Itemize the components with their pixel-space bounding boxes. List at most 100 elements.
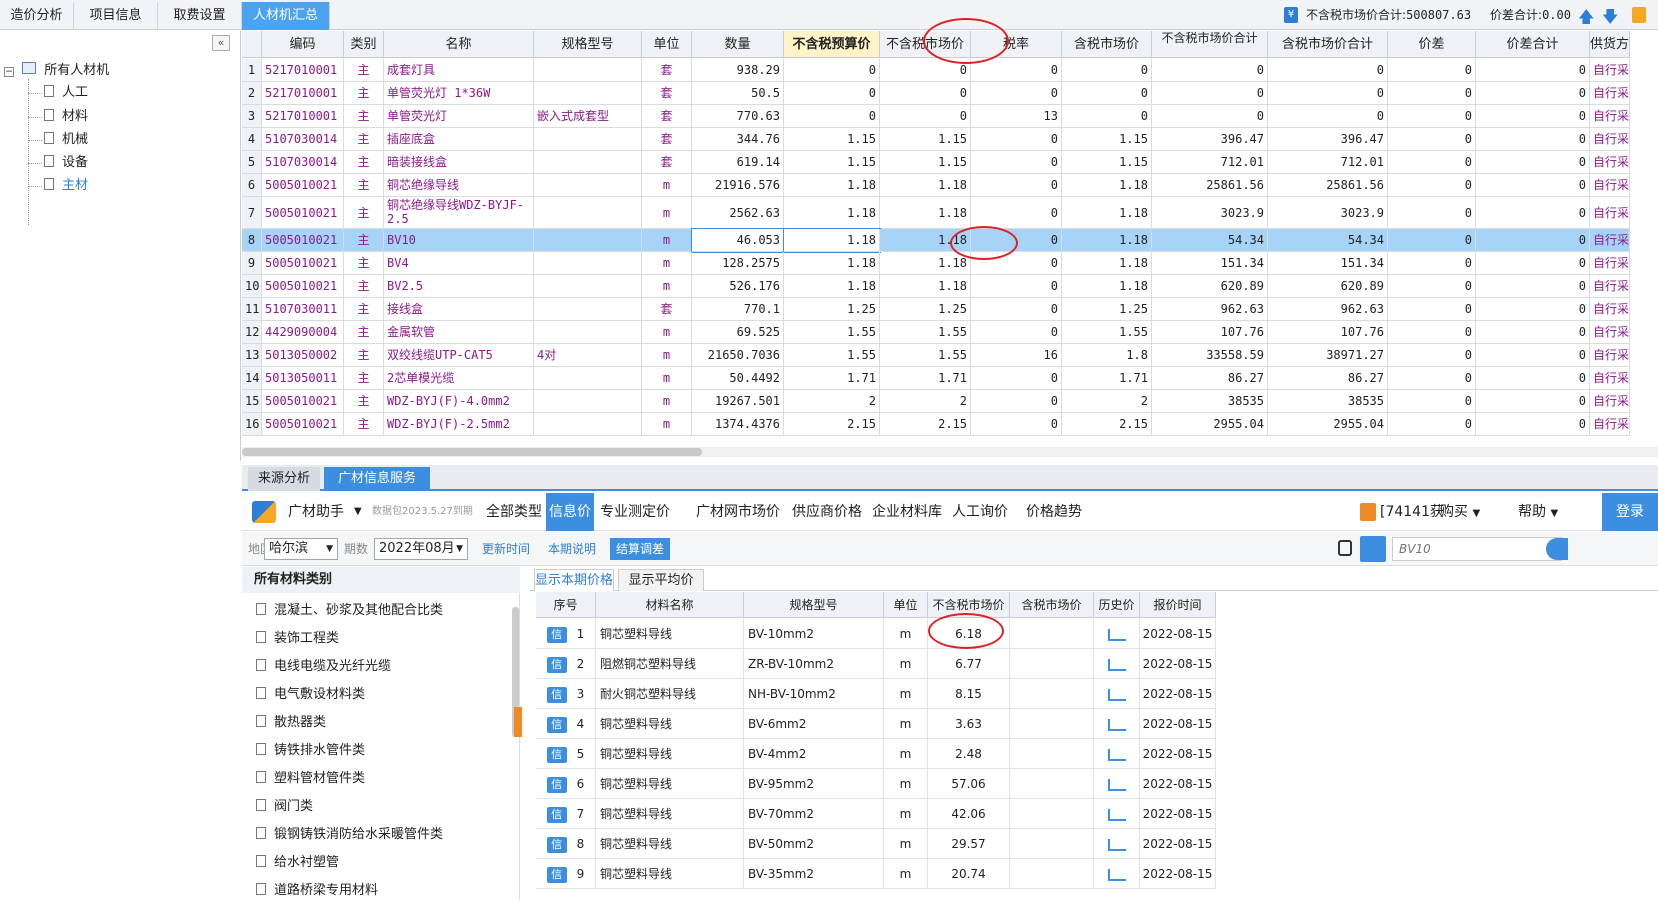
grid-cell[interactable]: 1.18	[880, 275, 971, 298]
price-cell[interactable]	[1010, 619, 1094, 649]
price-cell[interactable]	[1010, 769, 1094, 799]
price-cell[interactable]: 阻燃铜芯塑料导线	[596, 649, 744, 679]
trend-chart-icon[interactable]	[1107, 658, 1126, 671]
nav-market-price[interactable]: 广材网市场价	[696, 493, 780, 531]
price-cell[interactable]: 29.57	[928, 829, 1010, 859]
grid-cell[interactable]: 5005010021	[262, 413, 344, 436]
trend-chart-icon[interactable]	[1107, 718, 1126, 731]
price-cell[interactable]	[1010, 679, 1094, 709]
price-cell[interactable]: 铜芯塑料导线	[596, 829, 744, 859]
grid-cell[interactable]: 主	[344, 367, 384, 390]
grid-cell[interactable]: 0	[1388, 59, 1476, 82]
horizontal-scrollbar[interactable]	[242, 447, 1658, 457]
grid-cell[interactable]: 主	[344, 390, 384, 413]
grid-cell[interactable]: 嵌入式成套型	[534, 105, 642, 128]
grid-cell[interactable]: m	[642, 275, 692, 298]
grid-header-cell[interactable]: 含税市场价	[1062, 31, 1152, 58]
grid-cell[interactable]: 0	[1388, 151, 1476, 174]
price-header-cell[interactable]: 规格型号	[744, 592, 884, 618]
grid-cell[interactable]: 38535	[1152, 390, 1268, 413]
grid-cell[interactable]: 单管荧光灯 1*36W	[384, 82, 534, 105]
grid-cell[interactable]: m	[642, 367, 692, 390]
grid-cell[interactable]: 0	[1476, 367, 1590, 390]
grid-cell[interactable]: 0	[1388, 105, 1476, 128]
grid-cell[interactable]	[534, 252, 642, 275]
grid-cell[interactable]: 0	[1388, 298, 1476, 321]
price-cell[interactable]: 铜芯塑料导线	[596, 619, 744, 649]
nav-info-price[interactable]: 信息价	[546, 493, 594, 531]
price-cell[interactable]	[1094, 799, 1140, 829]
grid-cell[interactable]: 1.8	[1062, 344, 1152, 367]
grid-cell[interactable]: 套	[642, 151, 692, 174]
price-cell[interactable]: m	[884, 829, 928, 859]
grid-cell[interactable]: 主	[344, 252, 384, 275]
tree-root[interactable]: − 所有人材机	[4, 61, 109, 81]
price-cell[interactable]	[1010, 709, 1094, 739]
grid-cell[interactable]	[534, 128, 642, 151]
region-select[interactable]: 哈尔滨 ▼	[264, 538, 338, 560]
grid-cell[interactable]: 0	[1476, 413, 1590, 436]
grid-cell[interactable]: m	[642, 229, 692, 252]
grid-cell[interactable]: 自行采	[1590, 321, 1630, 344]
grid-cell[interactable]: 0	[1388, 390, 1476, 413]
grid-cell[interactable]: 0	[1388, 82, 1476, 105]
grid-cell[interactable]	[534, 390, 642, 413]
grid-cell[interactable]: 0	[1388, 174, 1476, 197]
grid-cell[interactable]: 自行采	[1590, 298, 1630, 321]
arrow-up-icon[interactable]: 🡅	[1578, 6, 1594, 33]
price-cell[interactable]: m	[884, 859, 928, 889]
grid-cell[interactable]: 自行采	[1590, 128, 1630, 151]
price-cell[interactable]: BV-4mm2	[744, 739, 884, 769]
grid-cell[interactable]: WDZ-BYJ(F)-4.0mm2	[384, 390, 534, 413]
price-cell[interactable]: 57.06	[928, 769, 1010, 799]
grid-cell[interactable]: 0	[1388, 275, 1476, 298]
price-cell[interactable]	[1010, 739, 1094, 769]
grid-header-cell[interactable]: 类别	[344, 31, 384, 58]
category-item[interactable]: 电线电缆及光纤光缆	[256, 657, 391, 677]
grid-cell[interactable]: 3023.9	[1268, 197, 1388, 229]
nav-enterprise-library[interactable]: 企业材料库	[872, 493, 942, 531]
grid-cell[interactable]	[534, 298, 642, 321]
login-button[interactable]: 登录	[1602, 493, 1658, 531]
lock-icon[interactable]	[1338, 540, 1352, 556]
grid-cell[interactable]: 1.25	[880, 298, 971, 321]
grid-cell[interactable]: 0	[971, 413, 1062, 436]
grid-cell[interactable]: 0	[1388, 229, 1476, 252]
nav-supplier-price[interactable]: 供应商价格	[792, 493, 862, 531]
price-cell[interactable]: m	[884, 619, 928, 649]
update-time-button[interactable]: 更新时间	[478, 538, 534, 560]
nav-all-types[interactable]: 全部类型	[486, 493, 542, 531]
grid-cell[interactable]: 5005010021	[262, 174, 344, 197]
grid-cell[interactable]: 21916.576	[692, 174, 784, 197]
grid-cell[interactable]: 38535	[1268, 390, 1388, 413]
tab-average-price[interactable]: 显示平均价	[618, 569, 704, 591]
price-cell[interactable]: BV-35mm2	[744, 859, 884, 889]
grid-header-cell[interactable]: 名称	[384, 31, 534, 58]
grid-cell[interactable]	[534, 59, 642, 82]
grid-cell[interactable]: m	[642, 390, 692, 413]
price-cell[interactable]: 铜芯塑料导线	[596, 739, 744, 769]
grid-cell[interactable]: 套	[642, 59, 692, 82]
grid-cell[interactable]: 1.18	[784, 197, 880, 229]
buy-menu[interactable]: 购买 ▼	[1440, 493, 1480, 531]
grid-cell[interactable]: 金属软管	[384, 321, 534, 344]
grid-cell[interactable]: 151.34	[1152, 252, 1268, 275]
grid-cell[interactable]: 2	[880, 390, 971, 413]
grid-cell[interactable]: 0	[1476, 128, 1590, 151]
grid-cell[interactable]: 双绞线缆UTP-CAT5	[384, 344, 534, 367]
grid-cell[interactable]: 344.76	[692, 128, 784, 151]
grid-cell[interactable]: WDZ-BYJ(F)-2.5mm2	[384, 413, 534, 436]
grid-cell[interactable]: 4对	[534, 344, 642, 367]
price-cell[interactable]: ZR-BV-10mm2	[744, 649, 884, 679]
grid-cell[interactable]: 69.525	[692, 321, 784, 344]
trend-chart-icon[interactable]	[1107, 808, 1126, 821]
grid-header-cell[interactable]: 编码	[262, 31, 344, 58]
grid-cell[interactable]: 接线盒	[384, 298, 534, 321]
grid-cell[interactable]: 0	[971, 390, 1062, 413]
grid-cell[interactable]: 1.55	[784, 344, 880, 367]
tab-project-info[interactable]: 项目信息	[74, 2, 158, 30]
grid-cell[interactable]: 自行采	[1590, 197, 1630, 229]
grid-cell[interactable]: 38971.27	[1268, 344, 1388, 367]
tree-toggle-icon[interactable]: −	[4, 67, 14, 77]
grid-cell[interactable]: 0	[1476, 344, 1590, 367]
